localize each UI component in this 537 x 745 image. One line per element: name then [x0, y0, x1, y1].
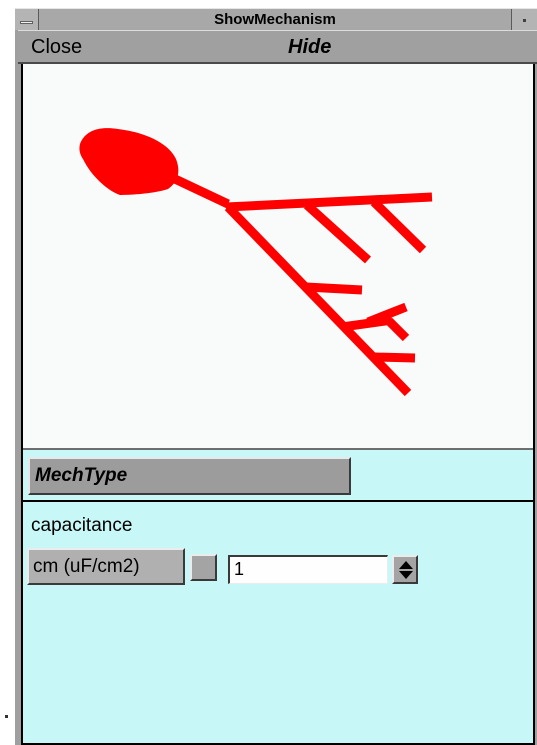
title-bar[interactable]: ShowMechanism: [15, 8, 537, 30]
menu-bar: Close Hide: [18, 30, 537, 64]
dendrite-lower-sub-2: [341, 315, 393, 332]
minimize-icon[interactable]: [511, 9, 537, 30]
cm-value-field[interactable]: 1: [228, 555, 388, 584]
section-divider: [23, 500, 533, 502]
dendrite-upper-sub-1: [303, 201, 372, 264]
main-panel: MechType capacitance cm (uF/cm2) 1: [21, 64, 535, 745]
close-menu-item[interactable]: Close: [31, 31, 82, 63]
window-title: ShowMechanism: [214, 11, 336, 28]
dendrite-trunk: [173, 174, 230, 209]
cell-shape-drawing: [79, 128, 433, 397]
mechtype-button[interactable]: MechType: [28, 457, 351, 495]
dendrite-lower-sub-1: [305, 282, 363, 295]
spinner-arrows-icon[interactable]: [392, 555, 418, 584]
soma-shape: [79, 128, 179, 195]
window-menu-icon[interactable]: [15, 9, 39, 30]
dendrite-lower-sub-5: [373, 352, 416, 363]
cm-changed-checkbox[interactable]: [190, 554, 217, 581]
mechanism-section-label: capacitance: [31, 515, 133, 536]
window-edge-mark: [5, 715, 8, 718]
dendrite-upper-branch: [225, 192, 433, 212]
dendrite-upper-sub-2: [370, 198, 427, 254]
cm-parameter-button[interactable]: cm (uF/cm2): [27, 548, 185, 585]
dendrite-lower-sub-4: [385, 317, 410, 342]
shape-plot[interactable]: [23, 64, 533, 450]
hide-menu-item[interactable]: Hide: [288, 31, 331, 63]
dendrite-lower-branch: [224, 203, 412, 397]
show-mechanism-window: ShowMechanism Close Hide MechType capaci…: [15, 8, 537, 745]
